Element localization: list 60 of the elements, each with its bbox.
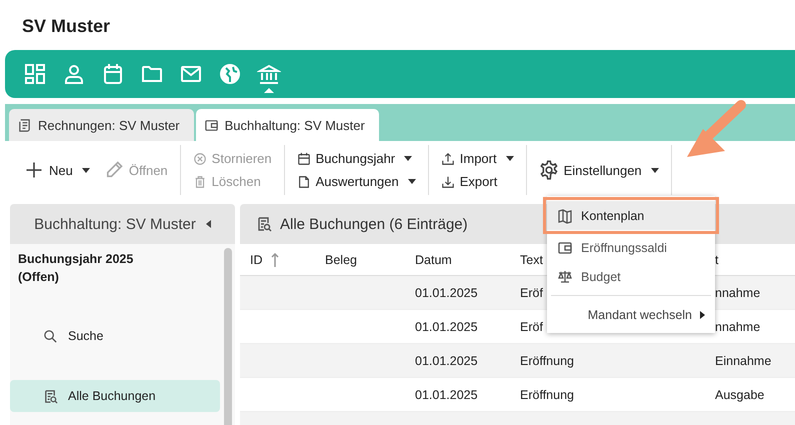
tab[interactable]: Buchhaltung: SV Muster <box>196 109 379 141</box>
table-cell: Eröffnung <box>520 354 574 368</box>
column-header[interactable]: Beleg <box>325 252 357 266</box>
dashboard-icon <box>23 62 47 86</box>
toolbar-button[interactable]: Buchungsjahr <box>292 149 420 168</box>
table-cell: Ausgabe <box>715 388 764 402</box>
sort-arrow-icon <box>270 252 278 266</box>
scrollbar[interactable] <box>224 248 232 425</box>
menu-item[interactable]: Eröffnungssaldi <box>547 233 715 262</box>
table-cell: 01.01.2025 <box>415 286 478 300</box>
toolbar-button[interactable]: Import <box>436 149 518 168</box>
list-search-icon <box>43 388 58 404</box>
toolbar-button[interactable]: Export <box>436 172 518 191</box>
sidebar-header: Buchhaltung: SV Muster <box>10 204 235 244</box>
sidebar-item[interactable]: Suche <box>10 320 220 352</box>
bank-icon <box>257 62 281 86</box>
toolbar-button[interactable]: Auswertungen <box>292 172 420 191</box>
receipt-icon <box>17 118 32 132</box>
trash-icon <box>192 174 207 188</box>
table-cell: Einnahme <box>715 354 772 368</box>
column-header[interactable]: ID <box>250 252 262 266</box>
upload-icon <box>440 152 455 166</box>
map-icon <box>557 208 573 224</box>
nav-button[interactable] <box>257 62 281 93</box>
column-header[interactable]: Datum <box>415 252 452 266</box>
toolbar-button[interactable]: Neu <box>20 158 94 182</box>
table-cell: Eröffnung <box>520 388 574 402</box>
download-icon <box>440 174 455 188</box>
cancel-icon <box>192 152 207 166</box>
table-title: Alle Buchungen (6 Einträge) <box>280 216 468 232</box>
toolbar-button[interactable]: Einstellungen <box>534 158 663 182</box>
table-cell: Eröf <box>520 320 543 334</box>
list-search-icon <box>256 216 272 232</box>
person-icon <box>62 62 86 86</box>
tab[interactable]: Rechnungen: SV Muster <box>9 109 194 141</box>
column-header[interactable]: t <box>715 252 718 266</box>
collapse-icon[interactable] <box>206 220 211 228</box>
menu-item[interactable]: Kontenplan <box>547 201 715 230</box>
fiscal-year-label: Buchungsjahr 2025 (Offen) <box>17 251 134 286</box>
calendar-icon <box>296 152 311 166</box>
table-cell: nnahme <box>715 286 760 300</box>
table-cell: nnahme <box>715 320 760 334</box>
submenu-arrow-icon <box>700 310 705 318</box>
table-cell: Eröf <box>520 286 543 300</box>
table-cell: 01.01.2025 <box>415 354 478 368</box>
globe-icon <box>218 62 242 86</box>
column-header[interactable]: Text <box>520 252 543 266</box>
search-icon <box>43 328 58 344</box>
table-cell: 01.01.2025 <box>415 388 478 402</box>
table-cell: 01.01.2025 <box>415 320 478 334</box>
gear-icon <box>538 160 559 180</box>
document-icon <box>296 174 311 188</box>
wallet-icon <box>204 118 219 132</box>
table-row[interactable]: 01.01.2025 Eröffnung Einnahme <box>240 344 795 378</box>
window-title: SV Muster <box>21 15 112 38</box>
plus-icon <box>24 160 44 180</box>
sidebar-item[interactable]: Alle Buchungen <box>10 380 220 412</box>
wallet-icon <box>557 240 573 256</box>
scale-icon <box>557 268 573 284</box>
calendar-icon <box>101 62 125 86</box>
